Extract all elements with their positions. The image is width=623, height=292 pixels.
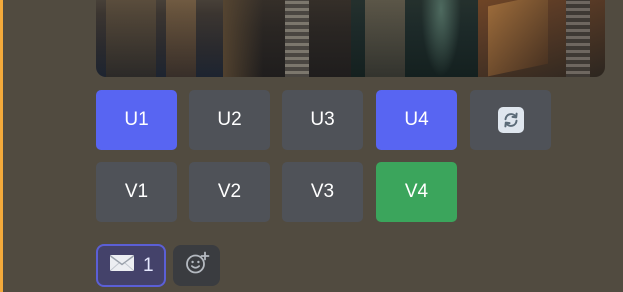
generated-image-grid[interactable] — [96, 0, 605, 77]
message-accent-strip — [0, 0, 3, 292]
image-tile-2 — [223, 0, 351, 77]
image-tile-3 — [350, 0, 478, 77]
variation-button-3[interactable]: V3 — [282, 162, 363, 222]
variation-button-1[interactable]: V1 — [96, 162, 177, 222]
upscale-button-1[interactable]: U1 — [96, 90, 177, 150]
reaction-envelope[interactable]: 1 — [96, 244, 166, 287]
upscale-button-2[interactable]: U2 — [189, 90, 270, 150]
envelope-icon — [109, 253, 135, 279]
reroll-button[interactable] — [470, 90, 551, 150]
add-reaction-button[interactable] — [173, 245, 220, 286]
reaction-count: 1 — [143, 254, 154, 276]
add-reaction-icon — [184, 250, 210, 281]
variation-button-2[interactable]: V2 — [189, 162, 270, 222]
reroll-icon — [497, 107, 524, 133]
variation-button-4[interactable]: V4 — [376, 162, 457, 222]
image-tile-1 — [96, 0, 224, 77]
image-tile-4 — [477, 0, 605, 77]
upscale-button-4[interactable]: U4 — [376, 90, 457, 150]
upscale-button-3[interactable]: U3 — [282, 90, 363, 150]
